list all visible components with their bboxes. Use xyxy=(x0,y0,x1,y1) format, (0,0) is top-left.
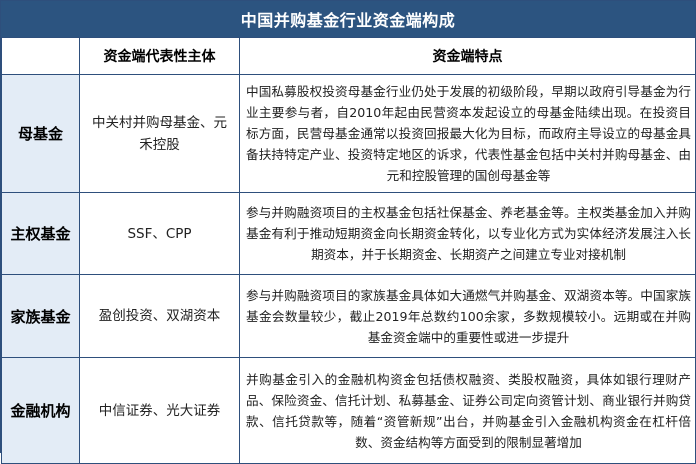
title-bar: 中国并购基金行业资金端构成 xyxy=(1,1,695,37)
header-representative: 资金端代表性主体 xyxy=(79,37,240,75)
table-title: 中国并购基金行业资金端构成 xyxy=(240,11,456,30)
table-row: 母基金 中关村并购母基金、元禾控股 中国私募股权投资母基金行业仍处于发展的初级阶… xyxy=(1,74,696,193)
header-category xyxy=(1,37,80,75)
row-category: 家族基金 xyxy=(1,274,80,358)
table-row: 金融机构 中信证券、光大证券 并购基金引入的金融机构资金包括债权融资、类股权融资… xyxy=(1,357,696,464)
row-category: 母基金 xyxy=(1,74,80,193)
row-representative: SSF、CPP xyxy=(79,192,240,275)
table-row: 家族基金 盈创投资、双湖资本 参与并购融资项目的家族基金具体如大通燃气并购基金、… xyxy=(1,274,696,358)
row-features: 中国私募股权投资母基金行业仍处于发展的初级阶段，早期以政府引导基金为行业主要参与… xyxy=(239,74,696,193)
row-features: 参与并购融资项目的家族基金具体如大通燃气并购基金、双湖资本等。中国家族基金会数量… xyxy=(239,274,696,358)
row-features: 并购基金引入的金融机构资金包括债权融资、类股权融资，具体如银行理财产品、保险资金… xyxy=(239,357,696,464)
header-features: 资金端特点 xyxy=(239,37,696,75)
row-category: 主权基金 xyxy=(1,192,80,275)
row-representative: 中信证券、光大证券 xyxy=(79,357,240,464)
row-representative: 盈创投资、双湖资本 xyxy=(79,274,240,358)
row-features: 参与并购融资项目的主权基金包括社保基金、养老基金等。主权类基金加入并购基金有利于… xyxy=(239,192,696,275)
header-row: 资金端代表性主体 资金端特点 xyxy=(1,37,696,75)
row-category: 金融机构 xyxy=(1,357,80,464)
info-table-container: 中国并购基金行业资金端构成 资金端代表性主体 资金端特点 母基金 中关村并购母基… xyxy=(0,0,696,464)
fund-structure-table: 资金端代表性主体 资金端特点 母基金 中关村并购母基金、元禾控股 中国私募股权投… xyxy=(1,37,696,464)
row-representative: 中关村并购母基金、元禾控股 xyxy=(79,74,240,193)
table-row: 主权基金 SSF、CPP 参与并购融资项目的主权基金包括社保基金、养老基金等。主… xyxy=(1,192,696,275)
